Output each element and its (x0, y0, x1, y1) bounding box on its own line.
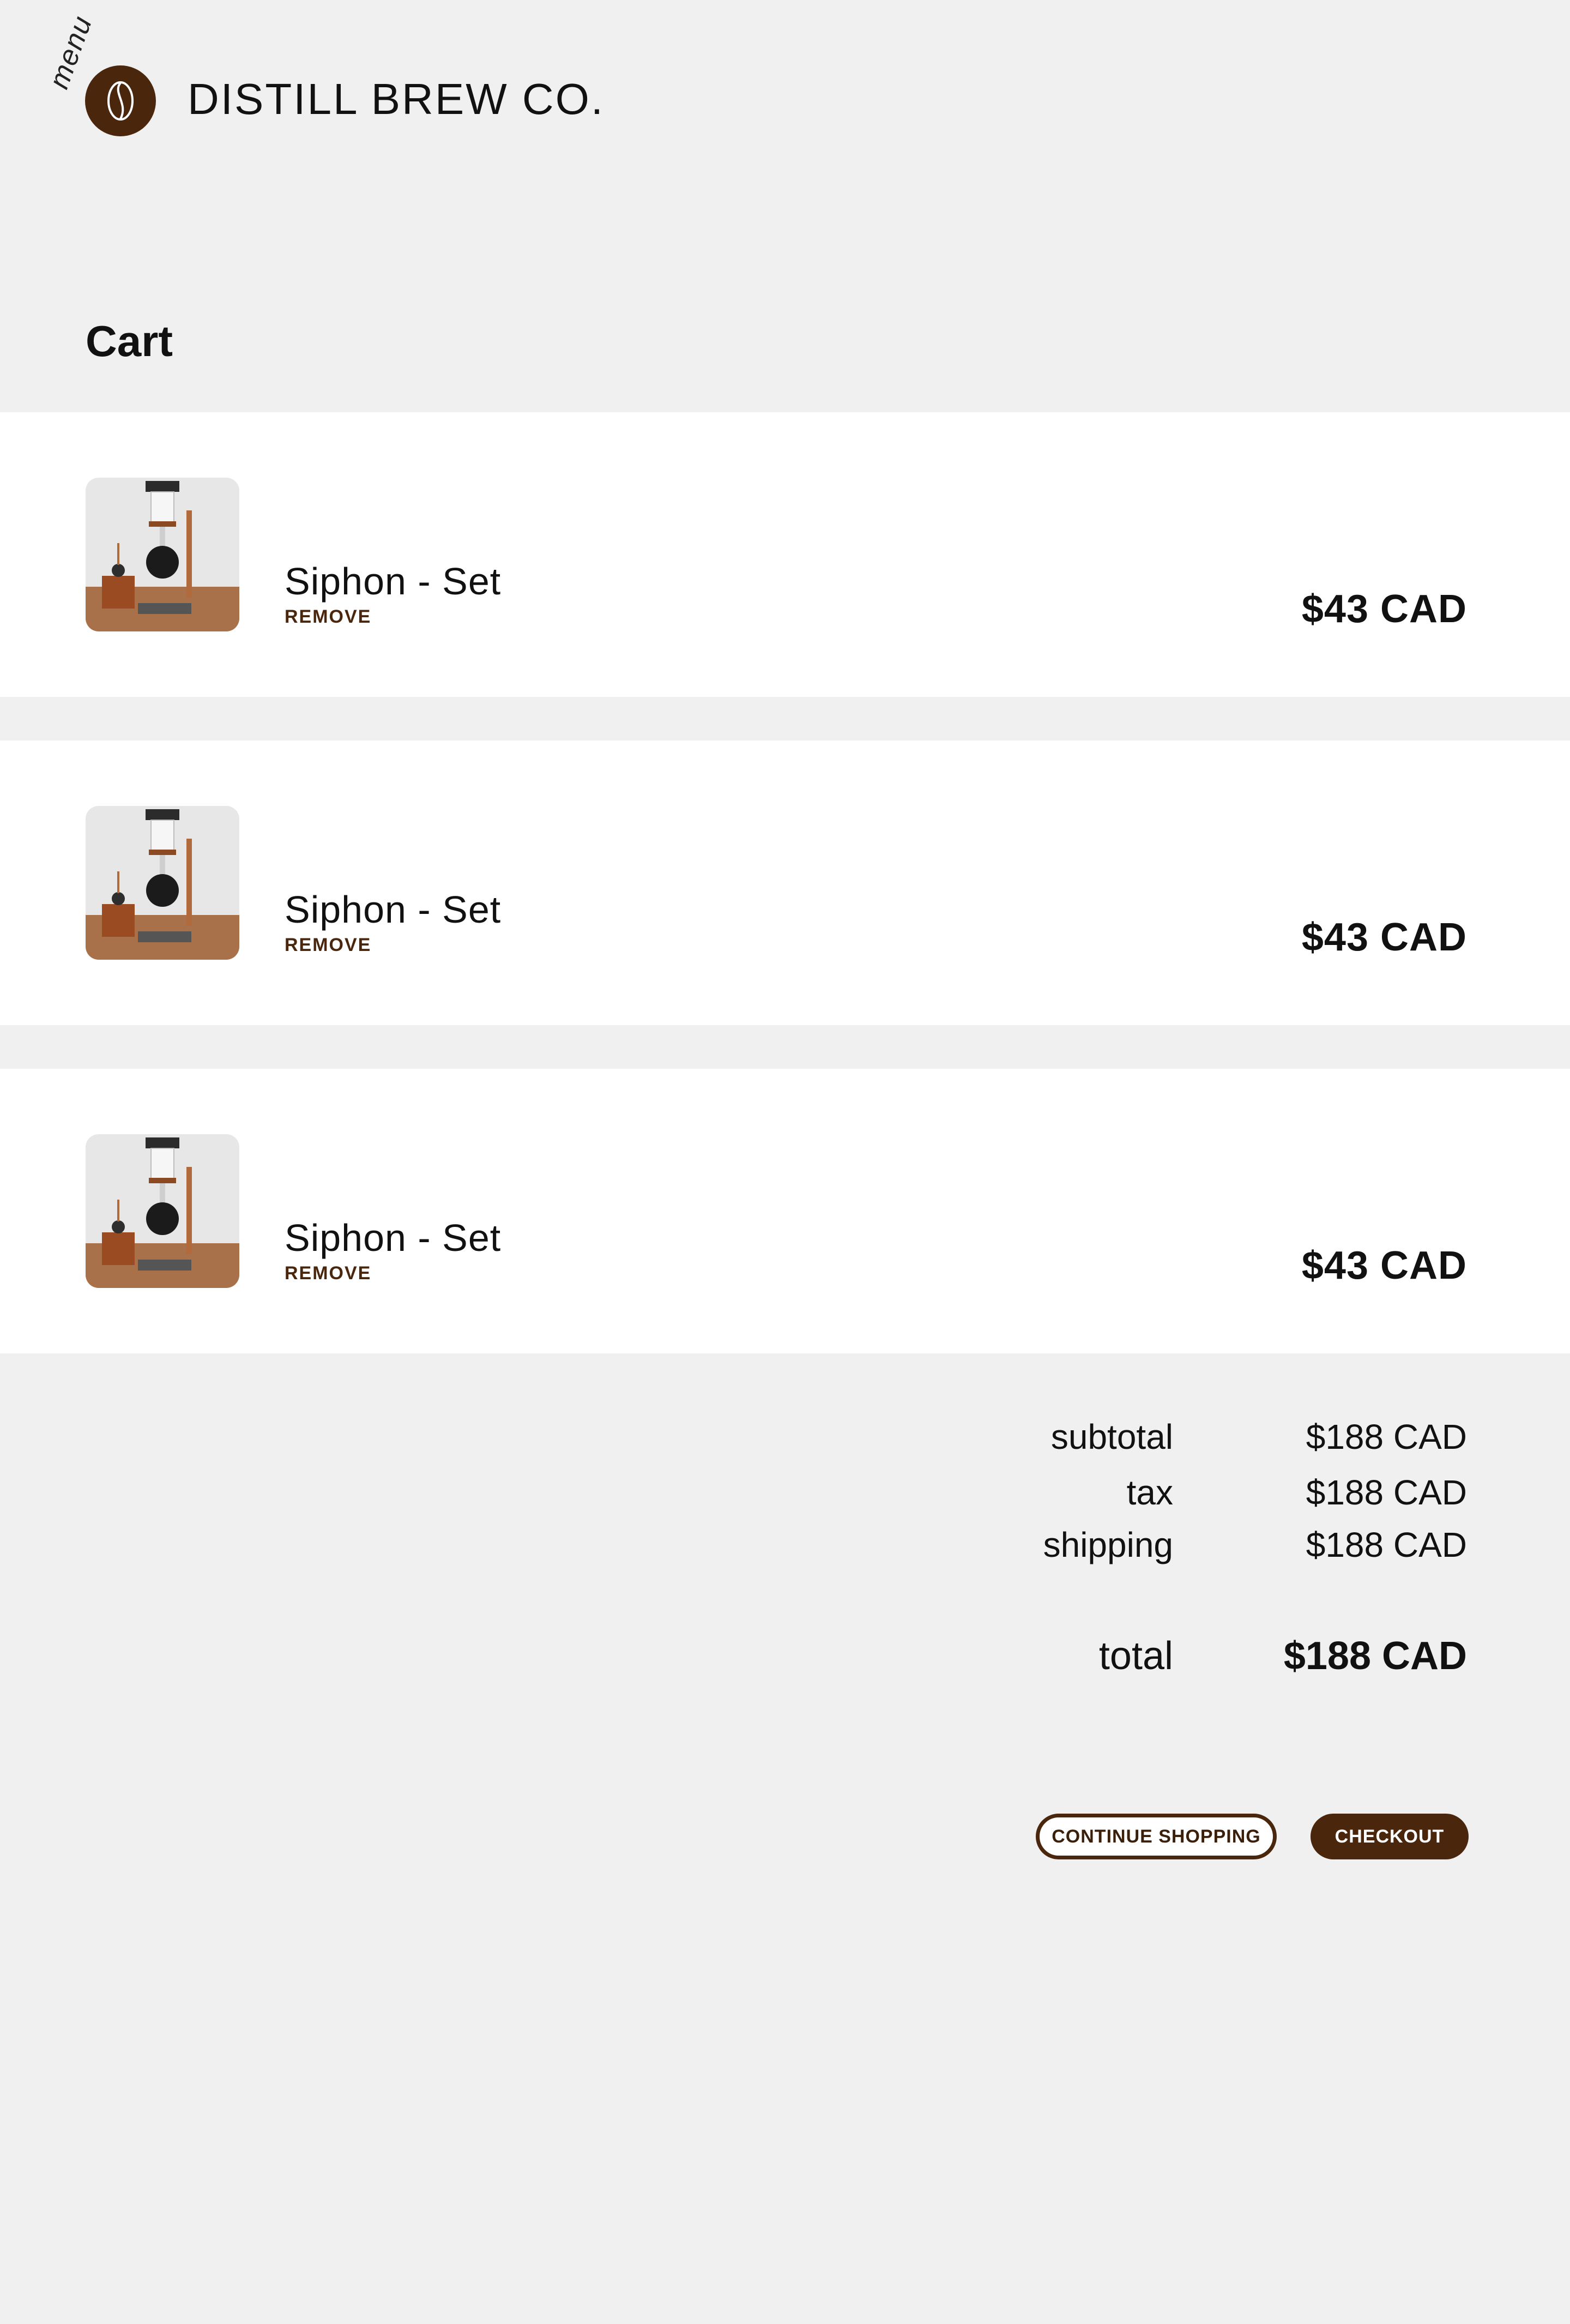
page-title: Cart (86, 317, 173, 365)
subtotal-row: subtotal $188 CAD (0, 1417, 1570, 1466)
cart-item: Siphon - Set REMOVE $43 CAD (0, 1069, 1570, 1353)
total-label: total (1098, 1634, 1173, 1678)
continue-shopping-button[interactable]: CONTINUE SHOPPING (1036, 1814, 1277, 1859)
brand-name[interactable]: DISTILL BREW CO. (188, 74, 605, 124)
coffee-bean-logo-icon[interactable] (85, 65, 156, 136)
shipping-value: $188 CAD (1306, 1525, 1467, 1564)
remove-button[interactable]: REMOVE (285, 1263, 371, 1284)
remove-button[interactable]: REMOVE (285, 935, 371, 956)
product-price: $43 CAD (1301, 587, 1467, 631)
subtotal-value: $188 CAD (1306, 1417, 1467, 1456)
product-price: $43 CAD (1301, 1244, 1467, 1287)
remove-button[interactable]: REMOVE (285, 606, 371, 628)
product-image (86, 478, 239, 631)
subtotal-label: subtotal (1050, 1417, 1173, 1456)
site-header: menu DISTILL BREW CO. (0, 0, 1570, 196)
product-name: Siphon - Set (285, 888, 502, 931)
total-row: total $188 CAD (0, 1634, 1570, 1683)
product-name: Siphon - Set (285, 1217, 502, 1259)
product-name: Siphon - Set (285, 560, 502, 603)
cart-item: Siphon - Set REMOVE $43 CAD (0, 740, 1570, 1025)
cart-item: Siphon - Set REMOVE $43 CAD (0, 412, 1570, 697)
product-image (86, 806, 239, 960)
tax-row: tax $188 CAD (0, 1472, 1570, 1521)
shipping-label: shipping (1043, 1525, 1173, 1564)
product-image (86, 1134, 239, 1288)
checkout-button[interactable]: CHECKOUT (1311, 1814, 1469, 1859)
tax-label: tax (1126, 1473, 1173, 1512)
total-value: $188 CAD (1283, 1634, 1467, 1678)
tax-value: $188 CAD (1306, 1473, 1467, 1512)
shipping-row: shipping $188 CAD (0, 1525, 1570, 1574)
product-price: $43 CAD (1301, 916, 1467, 959)
